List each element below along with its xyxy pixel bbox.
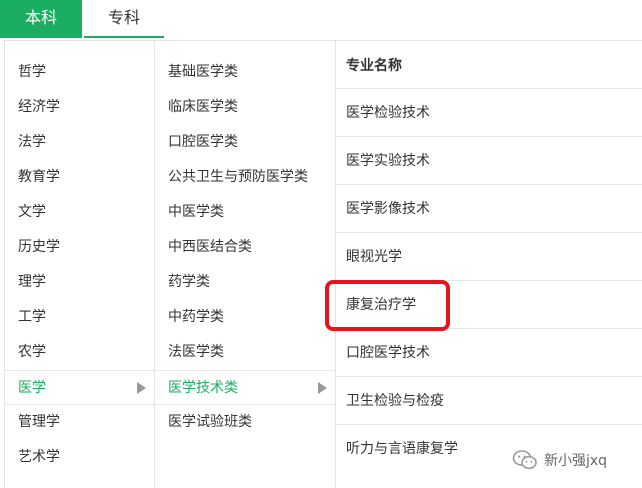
major-column-header: 专业名称: [336, 41, 642, 89]
category-item-integrated-medicine[interactable]: 中西医结合类: [155, 230, 335, 265]
discipline-item-history[interactable]: 历史学: [5, 230, 154, 265]
discipline-item-law[interactable]: 法学: [5, 125, 154, 160]
category-item-basic-medicine[interactable]: 基础医学类: [155, 55, 335, 90]
category-item-forensic-medicine[interactable]: 法医学类: [155, 335, 335, 370]
major-item[interactable]: 医学实验技术: [336, 137, 642, 185]
category-item-stomatology[interactable]: 口腔医学类: [155, 125, 335, 160]
watermark-text: 新小强jxq: [544, 453, 608, 469]
degree-tabs: 本科 专科: [0, 0, 642, 38]
major-item[interactable]: 医学影像技术: [336, 185, 642, 233]
category-item-medical-technology-label: 医学技术类: [168, 380, 238, 396]
discipline-column: 哲学 经济学 法学 教育学 文学 历史学 理学 工学 农学 医学 管理学 艺术学: [5, 41, 155, 488]
discipline-item-medicine-label: 医学: [18, 380, 46, 396]
major-column: 专业名称 医学检验技术 医学实验技术 医学影像技术 眼视光学 康复治疗学 口腔医…: [336, 41, 642, 488]
major-item[interactable]: 口腔医学技术: [336, 329, 642, 377]
major-item-rehabilitation-therapy[interactable]: 康复治疗学: [336, 281, 642, 329]
wechat-icon: [512, 450, 537, 470]
category-item-pharmacy[interactable]: 药学类: [155, 265, 335, 300]
discipline-item-management[interactable]: 管理学: [5, 405, 154, 440]
category-item-chinese-pharmacy[interactable]: 中药学类: [155, 300, 335, 335]
discipline-item-agriculture[interactable]: 农学: [5, 335, 154, 370]
discipline-item-medicine[interactable]: 医学: [5, 370, 154, 405]
discipline-item-science[interactable]: 理学: [5, 265, 154, 300]
major-item[interactable]: 眼视光学: [336, 233, 642, 281]
category-item-medical-technology[interactable]: 医学技术类: [155, 370, 335, 405]
category-column: 基础医学类 临床医学类 口腔医学类 公共卫生与预防医学类 中医学类 中西医结合类…: [155, 41, 336, 488]
discipline-item-education[interactable]: 教育学: [5, 160, 154, 195]
major-selector-panel: 哲学 经济学 法学 教育学 文学 历史学 理学 工学 农学 医学 管理学 艺术学…: [4, 40, 642, 488]
major-item[interactable]: 医学检验技术: [336, 89, 642, 137]
discipline-item-philosophy[interactable]: 哲学: [5, 55, 154, 90]
category-item-clinical-medicine[interactable]: 临床医学类: [155, 90, 335, 125]
discipline-item-engineering[interactable]: 工学: [5, 300, 154, 335]
tab-undergraduate[interactable]: 本科: [0, 0, 82, 38]
tab-junior-college[interactable]: 专科: [84, 0, 164, 38]
discipline-item-art[interactable]: 艺术学: [5, 440, 154, 475]
discipline-item-literature[interactable]: 文学: [5, 195, 154, 230]
category-item-tcm[interactable]: 中医学类: [155, 195, 335, 230]
chevron-right-icon: [318, 381, 327, 394]
major-item[interactable]: 卫生检验与检疫: [336, 377, 642, 425]
watermark: 新小强jxq: [512, 448, 638, 472]
chevron-right-icon: [137, 381, 146, 394]
category-item-medical-trial-class[interactable]: 医学试验班类: [155, 405, 335, 440]
discipline-item-economics[interactable]: 经济学: [5, 90, 154, 125]
category-item-public-health[interactable]: 公共卫生与预防医学类: [155, 160, 335, 195]
